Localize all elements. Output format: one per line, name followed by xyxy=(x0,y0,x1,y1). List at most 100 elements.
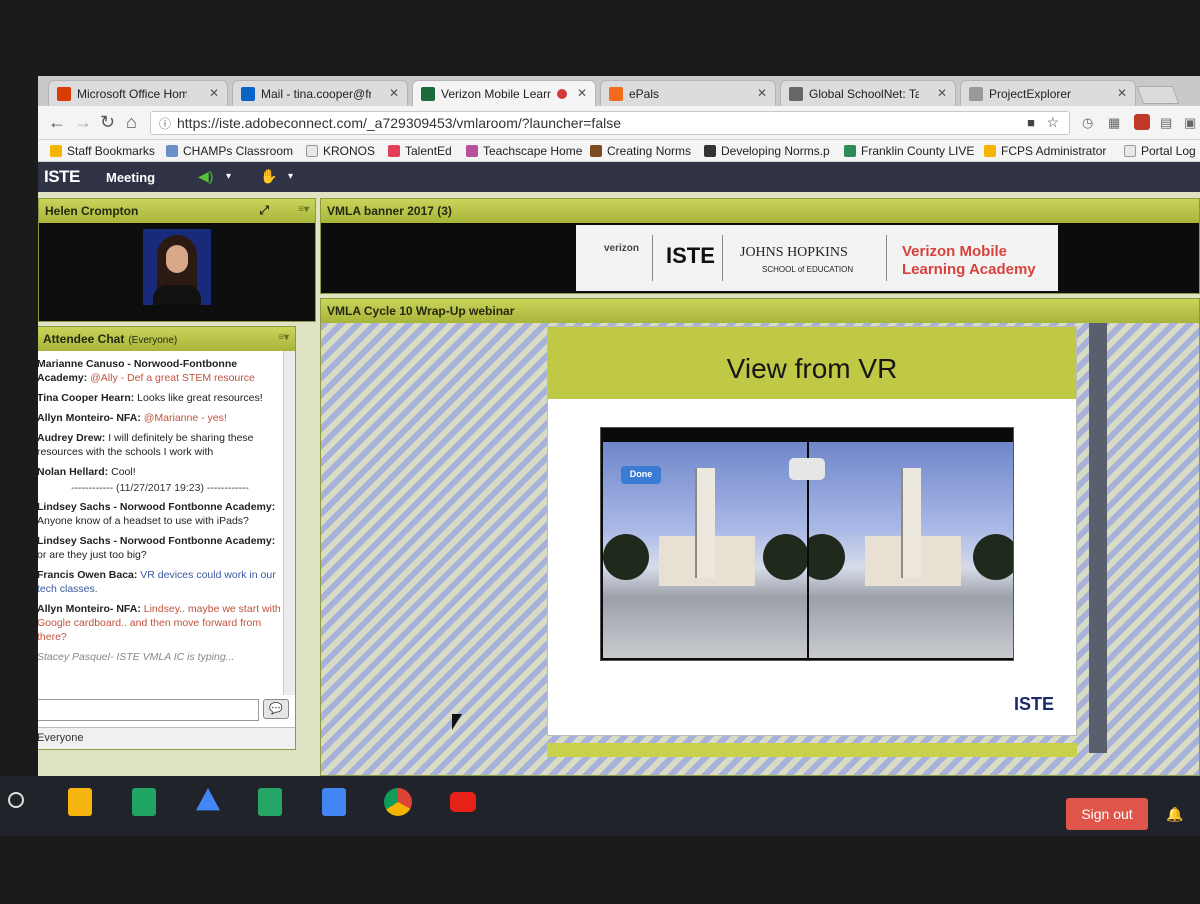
close-icon[interactable]: ✕ xyxy=(757,86,767,100)
presenter-video xyxy=(143,229,211,305)
keep-icon[interactable] xyxy=(68,788,92,816)
camera-icon[interactable]: ■ xyxy=(1027,115,1035,130)
bookmark-developing-norms[interactable]: Developing Norms.p xyxy=(704,144,830,158)
back-button[interactable]: ← xyxy=(48,113,66,131)
bookmark-creating-norms[interactable]: Creating Norms xyxy=(590,144,691,158)
banner-area: verizon ISTE JOHNS HOPKINS SCHOOL of EDU… xyxy=(321,223,1199,293)
page-icon xyxy=(306,145,318,157)
bookmark-fcps-admin[interactable]: FCPS Administrator xyxy=(984,144,1106,158)
chat-message: Allyn Monteiro- NFA: @Marianne - yes! xyxy=(38,412,227,424)
talented-icon xyxy=(388,145,400,157)
fullscreen-icon[interactable]: ⤢ xyxy=(259,203,269,218)
chat-message: Lindsey Sachs - Norwood Fontbonne Academ… xyxy=(38,501,276,527)
docs-icon[interactable] xyxy=(322,788,346,816)
extension-page-icon[interactable]: ▤ xyxy=(1160,115,1172,131)
teachscape-icon xyxy=(466,145,478,157)
share-pod-header: VMLA Cycle 10 Wrap-Up webinar xyxy=(321,299,1199,323)
bookmark-staff-bookmarks[interactable]: Staff Bookmarks xyxy=(50,144,155,158)
pod-menu-icon[interactable]: ≡▾ xyxy=(298,204,309,215)
classroom-icon[interactable] xyxy=(258,788,282,816)
done-button: Done xyxy=(621,466,661,484)
close-icon[interactable]: ✕ xyxy=(577,86,587,100)
norms-icon xyxy=(590,145,602,157)
tab-verizon[interactable]: Verizon Mobile Learn ✕ xyxy=(412,80,596,107)
tab-strip: Microsoft Office Home ✕ Mail - tina.coop… xyxy=(38,76,1200,107)
bookmarks-bar: Staff Bookmarks CHAMPs Classroom KRONOS … xyxy=(38,140,1200,162)
meeting-menu[interactable]: Meeting xyxy=(106,170,155,185)
bookmark-portal-log[interactable]: Portal Log xyxy=(1124,144,1196,158)
close-icon[interactable]: ✕ xyxy=(209,86,219,100)
mouse-cursor-icon xyxy=(452,714,462,730)
bookmark-star-icon[interactable]: ☆ xyxy=(1046,114,1059,131)
drive-icon[interactable] xyxy=(196,788,220,811)
chat-scrollbar[interactable] xyxy=(283,351,295,695)
page-icon xyxy=(1124,145,1136,157)
close-icon[interactable]: ✕ xyxy=(389,86,399,100)
pdf-icon xyxy=(704,145,716,157)
pod-menu-icon[interactable]: ≡▾ xyxy=(278,332,289,343)
vmla-banner-image: verizon ISTE JOHNS HOPKINS SCHOOL of EDU… xyxy=(576,225,1058,291)
home-button[interactable]: ⌂ xyxy=(126,113,137,131)
slide-title: View from VR xyxy=(726,353,898,384)
extension-film-icon[interactable]: ▦ xyxy=(1108,115,1120,131)
outlook-icon xyxy=(241,87,255,101)
bookmark-talented[interactable]: TalentEd xyxy=(388,144,452,158)
chat-bubble-icon: 💬 xyxy=(269,703,283,715)
chat-message: Audrey Drew: I will definitely be sharin… xyxy=(38,432,254,458)
launcher-icon[interactable] xyxy=(8,792,24,808)
iste-slide-logo: ISTE xyxy=(1013,694,1054,714)
drive-icon xyxy=(984,145,996,157)
cardboard-icon xyxy=(789,458,825,480)
bookmark-champs[interactable]: CHAMPs Classroom xyxy=(166,144,293,158)
chevron-down-icon[interactable]: ▾ xyxy=(288,171,293,182)
bookmark-kronos[interactable]: KRONOS xyxy=(306,144,375,158)
new-tab-button[interactable] xyxy=(1136,86,1180,104)
notification-bell-icon[interactable]: 🔔 xyxy=(1166,806,1183,823)
chat-pod-header: Attendee Chat (Everyone) ≡▾ xyxy=(38,327,295,351)
camera-feed xyxy=(39,223,315,321)
bookmark-franklin-county[interactable]: Franklin County LIVE xyxy=(844,144,974,158)
info-icon: ⓘ xyxy=(159,117,172,131)
folder-icon xyxy=(50,145,62,157)
meeting-layout: Helen Crompton ⤢ ≡▾ Attendee Chat (Everyo… xyxy=(38,192,1200,776)
raise-hand-icon[interactable]: ✋ xyxy=(260,168,277,185)
tab-epals[interactable]: ePals ✕ xyxy=(600,80,776,106)
chat-recipient-selector[interactable]: Everyone xyxy=(38,727,295,749)
speaker-icon[interactable]: ◀) xyxy=(198,168,213,185)
chat-date-separator: ------------ (11/27/2017 19:23) --------… xyxy=(71,482,249,494)
extension-cast-icon[interactable]: ▣ xyxy=(1184,115,1196,131)
chat-pod: Attendee Chat (Everyone) ≡▾ Marianne Canu… xyxy=(38,326,296,750)
youtube-icon[interactable] xyxy=(450,792,476,812)
vr-screenshot: Done xyxy=(600,427,1014,661)
iste-logo: ISTE xyxy=(44,167,80,186)
tab-globalschoolnet[interactable]: Global SchoolNet: Take ✕ xyxy=(780,80,956,106)
close-icon[interactable]: ✕ xyxy=(1117,86,1127,100)
tab-projectexplorer[interactable]: ProjectExplorer ✕ xyxy=(960,80,1136,106)
sheets-icon[interactable] xyxy=(132,788,156,816)
shared-content: View from VR Done ISTE xyxy=(321,323,1199,775)
share-pod: VMLA Cycle 10 Wrap-Up webinar View from … xyxy=(320,298,1200,776)
banner-pod-header: VMLA banner 2017 (3) xyxy=(321,199,1199,223)
address-bar[interactable]: ⓘ https://iste.adobeconnect.com/_a729309… xyxy=(150,111,1070,135)
close-icon[interactable]: ✕ xyxy=(937,86,947,100)
tab-office[interactable]: Microsoft Office Home ✕ xyxy=(48,80,228,106)
chat-messages: Marianne Canuso - Norwood-Fontbonne Acad… xyxy=(38,351,287,695)
forward-button[interactable]: → xyxy=(74,113,92,131)
extension-clock-icon[interactable]: ◷ xyxy=(1082,115,1093,131)
epals-icon xyxy=(609,87,623,101)
chat-input[interactable] xyxy=(38,699,259,721)
camera-pod-header: Helen Crompton ⤢ ≡▾ xyxy=(39,199,315,223)
sign-out-button[interactable]: Sign out xyxy=(1066,798,1148,830)
reload-button[interactable]: ↻ xyxy=(100,113,115,131)
chat-message: Marianne Canuso - Norwood-Fontbonne Acad… xyxy=(38,358,255,384)
slide-footer-bar xyxy=(547,743,1077,757)
browser-toolbar: ← → ↻ ⌂ ⓘ https://iste.adobeconnect.com/… xyxy=(38,106,1200,140)
chevron-down-icon[interactable]: ▾ xyxy=(226,171,231,182)
chat-message: Tina Cooper Hearn: Looks like great reso… xyxy=(38,392,263,404)
send-button[interactable]: 💬 xyxy=(263,699,289,719)
tab-mail[interactable]: Mail - tina.cooper@franklin ✕ xyxy=(232,80,408,106)
bookmark-teachscape[interactable]: Teachscape Home xyxy=(466,144,582,158)
adblock-icon[interactable] xyxy=(1134,114,1150,130)
champs-icon xyxy=(166,145,178,157)
chrome-icon[interactable] xyxy=(384,788,412,816)
